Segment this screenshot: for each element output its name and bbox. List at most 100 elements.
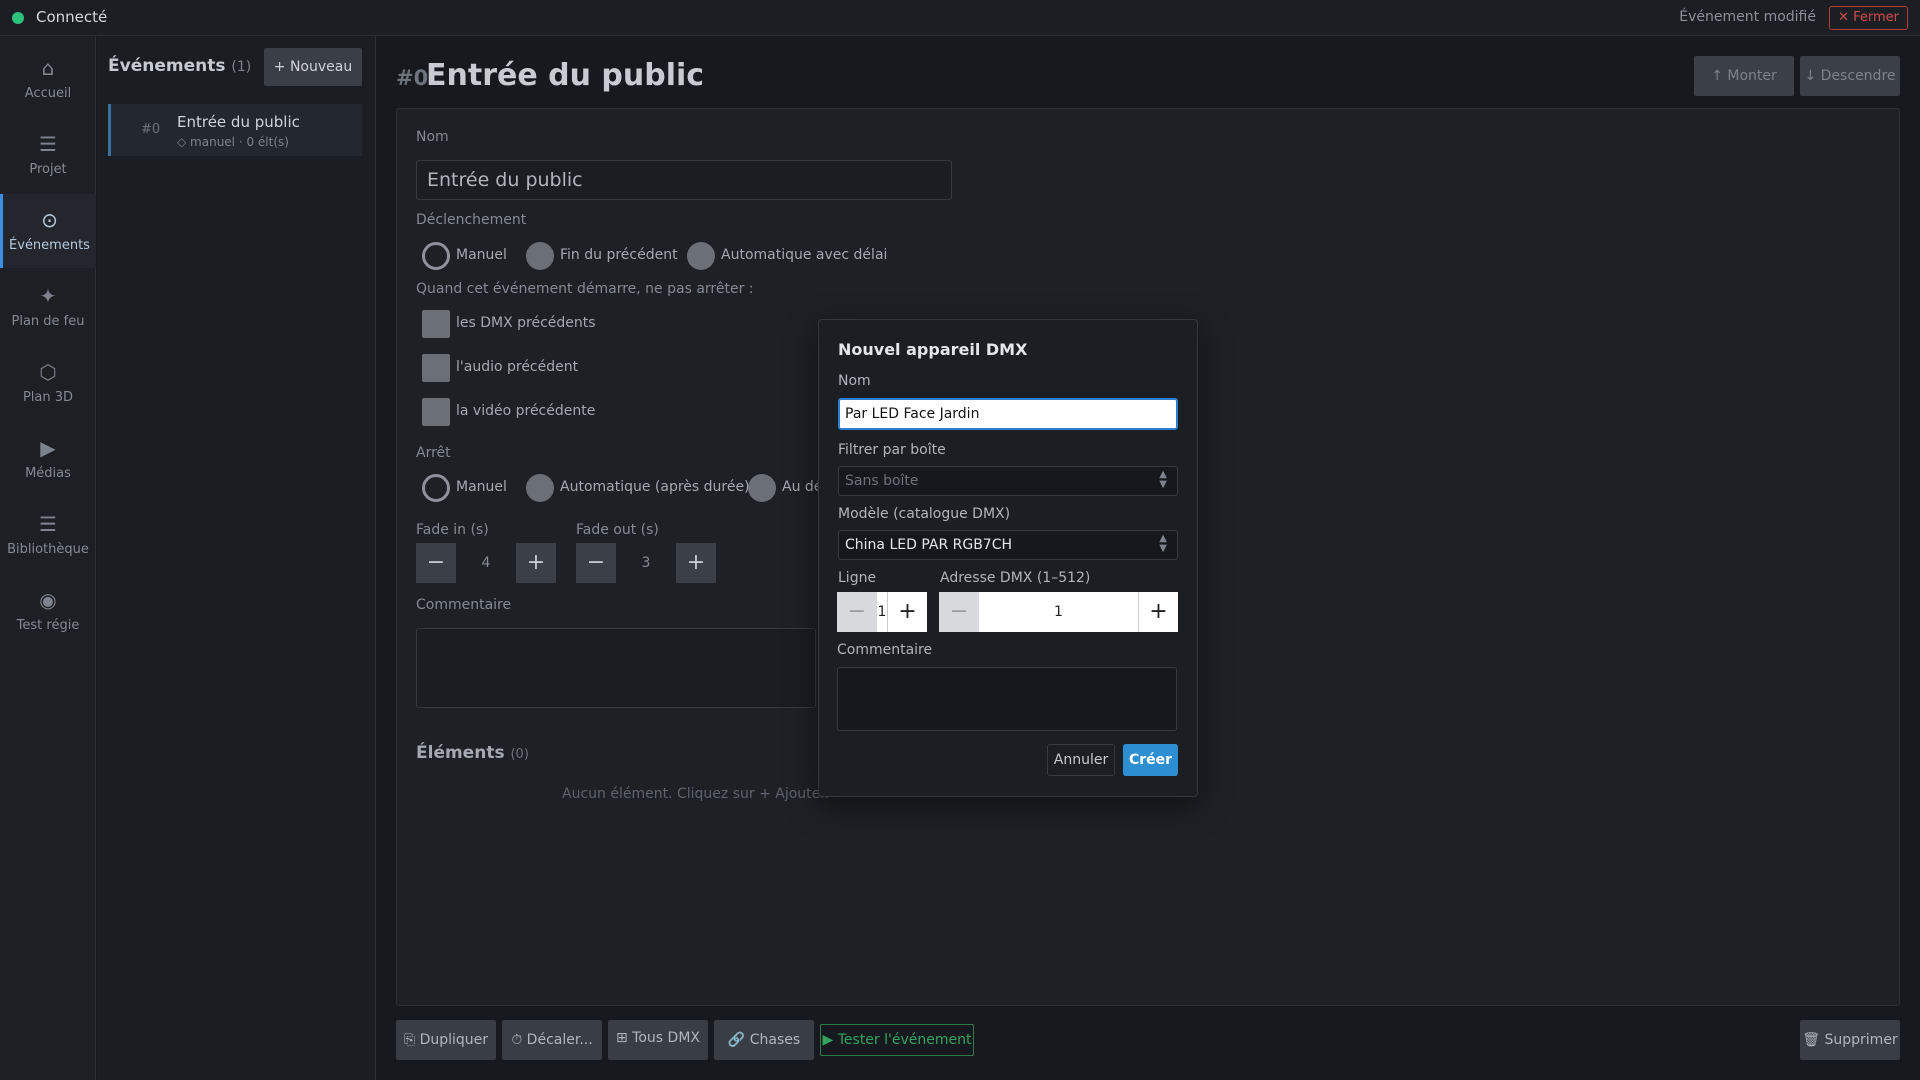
page-title: Entrée du public bbox=[426, 58, 705, 93]
menu-icon: ☰ bbox=[39, 132, 57, 156]
comment-textarea[interactable] bbox=[416, 628, 816, 708]
stop-radio-auto-duree[interactable] bbox=[526, 474, 554, 502]
dmx-address-stepper: − 1 + bbox=[939, 592, 1178, 632]
nav-item-test-regie[interactable]: ◉ Test régie bbox=[0, 574, 96, 648]
fade-in-decrement-button[interactable]: − bbox=[416, 543, 456, 583]
filter-box-select[interactable]: Sans boîte ▲ ▼ bbox=[838, 466, 1178, 496]
close-button[interactable]: ✕ Fermer bbox=[1829, 6, 1908, 30]
target-icon: ⊙ bbox=[41, 208, 58, 232]
nav-item-medias[interactable]: ▶ Médias bbox=[0, 422, 96, 496]
trigger-radio-manuel[interactable] bbox=[422, 242, 450, 270]
trigger-label: Déclenchement bbox=[416, 212, 527, 228]
trigger-option-label: Manuel bbox=[456, 247, 507, 263]
trigger-radio-fin-precedent[interactable] bbox=[526, 242, 554, 270]
fade-in-stepper: − 4 + bbox=[416, 543, 556, 583]
select-arrows-icon: ▲ ▼ bbox=[1159, 533, 1167, 554]
line-increment-button[interactable]: + bbox=[887, 592, 927, 632]
all-dmx-button[interactable]: ⊞ Tous DMX bbox=[608, 1020, 708, 1060]
device-name-input[interactable]: Par LED Face Jardin bbox=[838, 398, 1178, 430]
chases-button[interactable]: 🔗 Chases bbox=[714, 1020, 814, 1060]
home-icon: ⌂ bbox=[41, 56, 55, 80]
events-count: (1) bbox=[231, 59, 252, 75]
no-stop-dmx-checkbox[interactable] bbox=[422, 310, 450, 338]
elements-title-text: Éléments bbox=[416, 743, 505, 763]
fade-out-value[interactable]: 3 bbox=[616, 543, 676, 583]
fade-out-stepper: − 3 + bbox=[576, 543, 716, 583]
hexagon-icon: ⬡ bbox=[39, 360, 57, 384]
new-dmx-device-dialog: Nouvel appareil DMX Nom Par LED Face Jar… bbox=[818, 319, 1198, 797]
list-icon: ☰ bbox=[39, 512, 57, 536]
address-decrement-button[interactable]: − bbox=[939, 592, 979, 632]
trigger-radio-auto-delai[interactable] bbox=[687, 242, 715, 270]
test-event-button[interactable]: ▶ Tester l'événement bbox=[820, 1024, 974, 1056]
connection-status-dot bbox=[12, 12, 24, 24]
connection-status: Connecté bbox=[36, 8, 108, 26]
model-label: Modèle (catalogue DMX) bbox=[838, 506, 1011, 522]
event-header-number: #0 bbox=[396, 66, 429, 90]
nav-item-plan-de-feu[interactable]: ✦ Plan de feu bbox=[0, 270, 96, 344]
checkbox-label: les DMX précédents bbox=[456, 315, 596, 331]
fade-out-decrement-button[interactable]: − bbox=[576, 543, 616, 583]
nav-label: Événements bbox=[9, 238, 90, 253]
events-list-title-text: Événements bbox=[108, 56, 226, 76]
nav-item-bibliotheque[interactable]: ☰ Bibliothèque bbox=[0, 498, 96, 572]
line-decrement-button[interactable]: − bbox=[837, 592, 877, 632]
nav-label: Médias bbox=[25, 466, 71, 481]
empty-elements-message: Aucun élément. Cliquez sur + Ajouter. bbox=[562, 786, 830, 802]
nav-item-accueil[interactable]: ⌂ Accueil bbox=[0, 42, 96, 116]
play-icon: ▶ bbox=[40, 436, 56, 460]
line-stepper: − 1 + bbox=[837, 592, 927, 632]
name-label: Nom bbox=[416, 129, 449, 145]
line-value[interactable]: 1 bbox=[877, 592, 887, 632]
nav-label: Plan de feu bbox=[11, 314, 85, 329]
fade-out-label: Fade out (s) bbox=[576, 522, 659, 538]
line-label: Ligne bbox=[838, 570, 877, 586]
events-list-title: Événements (1) bbox=[108, 56, 251, 76]
fade-in-value[interactable]: 4 bbox=[456, 543, 516, 583]
new-event-button[interactable]: + Nouveau bbox=[264, 48, 362, 86]
stop-radio-manuel[interactable] bbox=[422, 474, 450, 502]
dialog-title: Nouvel appareil DMX bbox=[838, 340, 1028, 359]
nav-label: Projet bbox=[29, 162, 67, 177]
delete-button[interactable]: 🗑 Supprimer bbox=[1800, 1020, 1900, 1060]
event-name-input[interactable]: Entrée du public bbox=[416, 160, 952, 200]
event-list-item[interactable]: #0 Entrée du public ◇ manuel · 0 élt(s) bbox=[108, 104, 362, 156]
nav-label: Bibliothèque bbox=[7, 542, 89, 557]
no-stop-video-checkbox[interactable] bbox=[422, 398, 450, 426]
no-stop-label: Quand cet événement démarre, ne pas arrê… bbox=[416, 281, 754, 297]
main-nav: ⌂ Accueil ☰ Projet ⊙ Événements ✦ Plan d… bbox=[0, 36, 96, 1080]
event-summary: ◇ manuel · 0 élt(s) bbox=[177, 135, 289, 149]
event-number: #0 bbox=[141, 122, 161, 137]
stop-radio-au-debut[interactable] bbox=[748, 474, 776, 502]
radio-icon: ◉ bbox=[39, 588, 57, 612]
address-value[interactable]: 1 bbox=[979, 592, 1138, 632]
nav-item-plan-3d[interactable]: ⬡ Plan 3D bbox=[0, 346, 96, 420]
filter-box-label: Filtrer par boîte bbox=[838, 442, 946, 458]
top-bar: Connecté Événement modifié ✕ Fermer bbox=[0, 0, 1920, 36]
move-down-button[interactable]: ↓ Descendre bbox=[1800, 56, 1900, 96]
stop-option-label: Manuel bbox=[456, 479, 507, 495]
fade-in-increment-button[interactable]: + bbox=[516, 543, 556, 583]
select-arrows-icon: ▲ ▼ bbox=[1159, 469, 1167, 490]
checkbox-label: l'audio précédent bbox=[456, 359, 579, 375]
elements-title: Éléments (0) bbox=[416, 743, 529, 763]
no-stop-audio-checkbox[interactable] bbox=[422, 354, 450, 382]
modified-indicator: Événement modifié bbox=[1679, 9, 1816, 25]
nav-label: Plan 3D bbox=[22, 390, 74, 405]
move-up-button[interactable]: ↑ Monter bbox=[1694, 56, 1794, 96]
address-increment-button[interactable]: + bbox=[1138, 592, 1178, 632]
shift-button[interactable]: ⏱ Décaler... bbox=[502, 1020, 602, 1060]
model-select[interactable]: China LED PAR RGB7CH ▲ ▼ bbox=[838, 530, 1178, 560]
filter-box-value: Sans boîte bbox=[845, 473, 919, 489]
duplicate-button[interactable]: ⎘ Dupliquer bbox=[396, 1020, 496, 1060]
nav-label: Accueil bbox=[24, 86, 72, 101]
sparkle-icon: ✦ bbox=[39, 284, 57, 308]
trigger-option-label: Automatique avec délai bbox=[721, 247, 888, 263]
nav-label: Test régie bbox=[16, 618, 80, 633]
model-value: China LED PAR RGB7CH bbox=[845, 537, 1013, 553]
fade-out-increment-button[interactable]: + bbox=[676, 543, 716, 583]
events-list-panel: Événements (1) + Nouveau #0 Entrée du pu… bbox=[97, 36, 376, 1080]
nav-item-projet[interactable]: ☰ Projet bbox=[0, 118, 96, 192]
stop-label: Arrêt bbox=[416, 445, 451, 461]
nav-item-evenements[interactable]: ⊙ Événements bbox=[0, 194, 96, 268]
